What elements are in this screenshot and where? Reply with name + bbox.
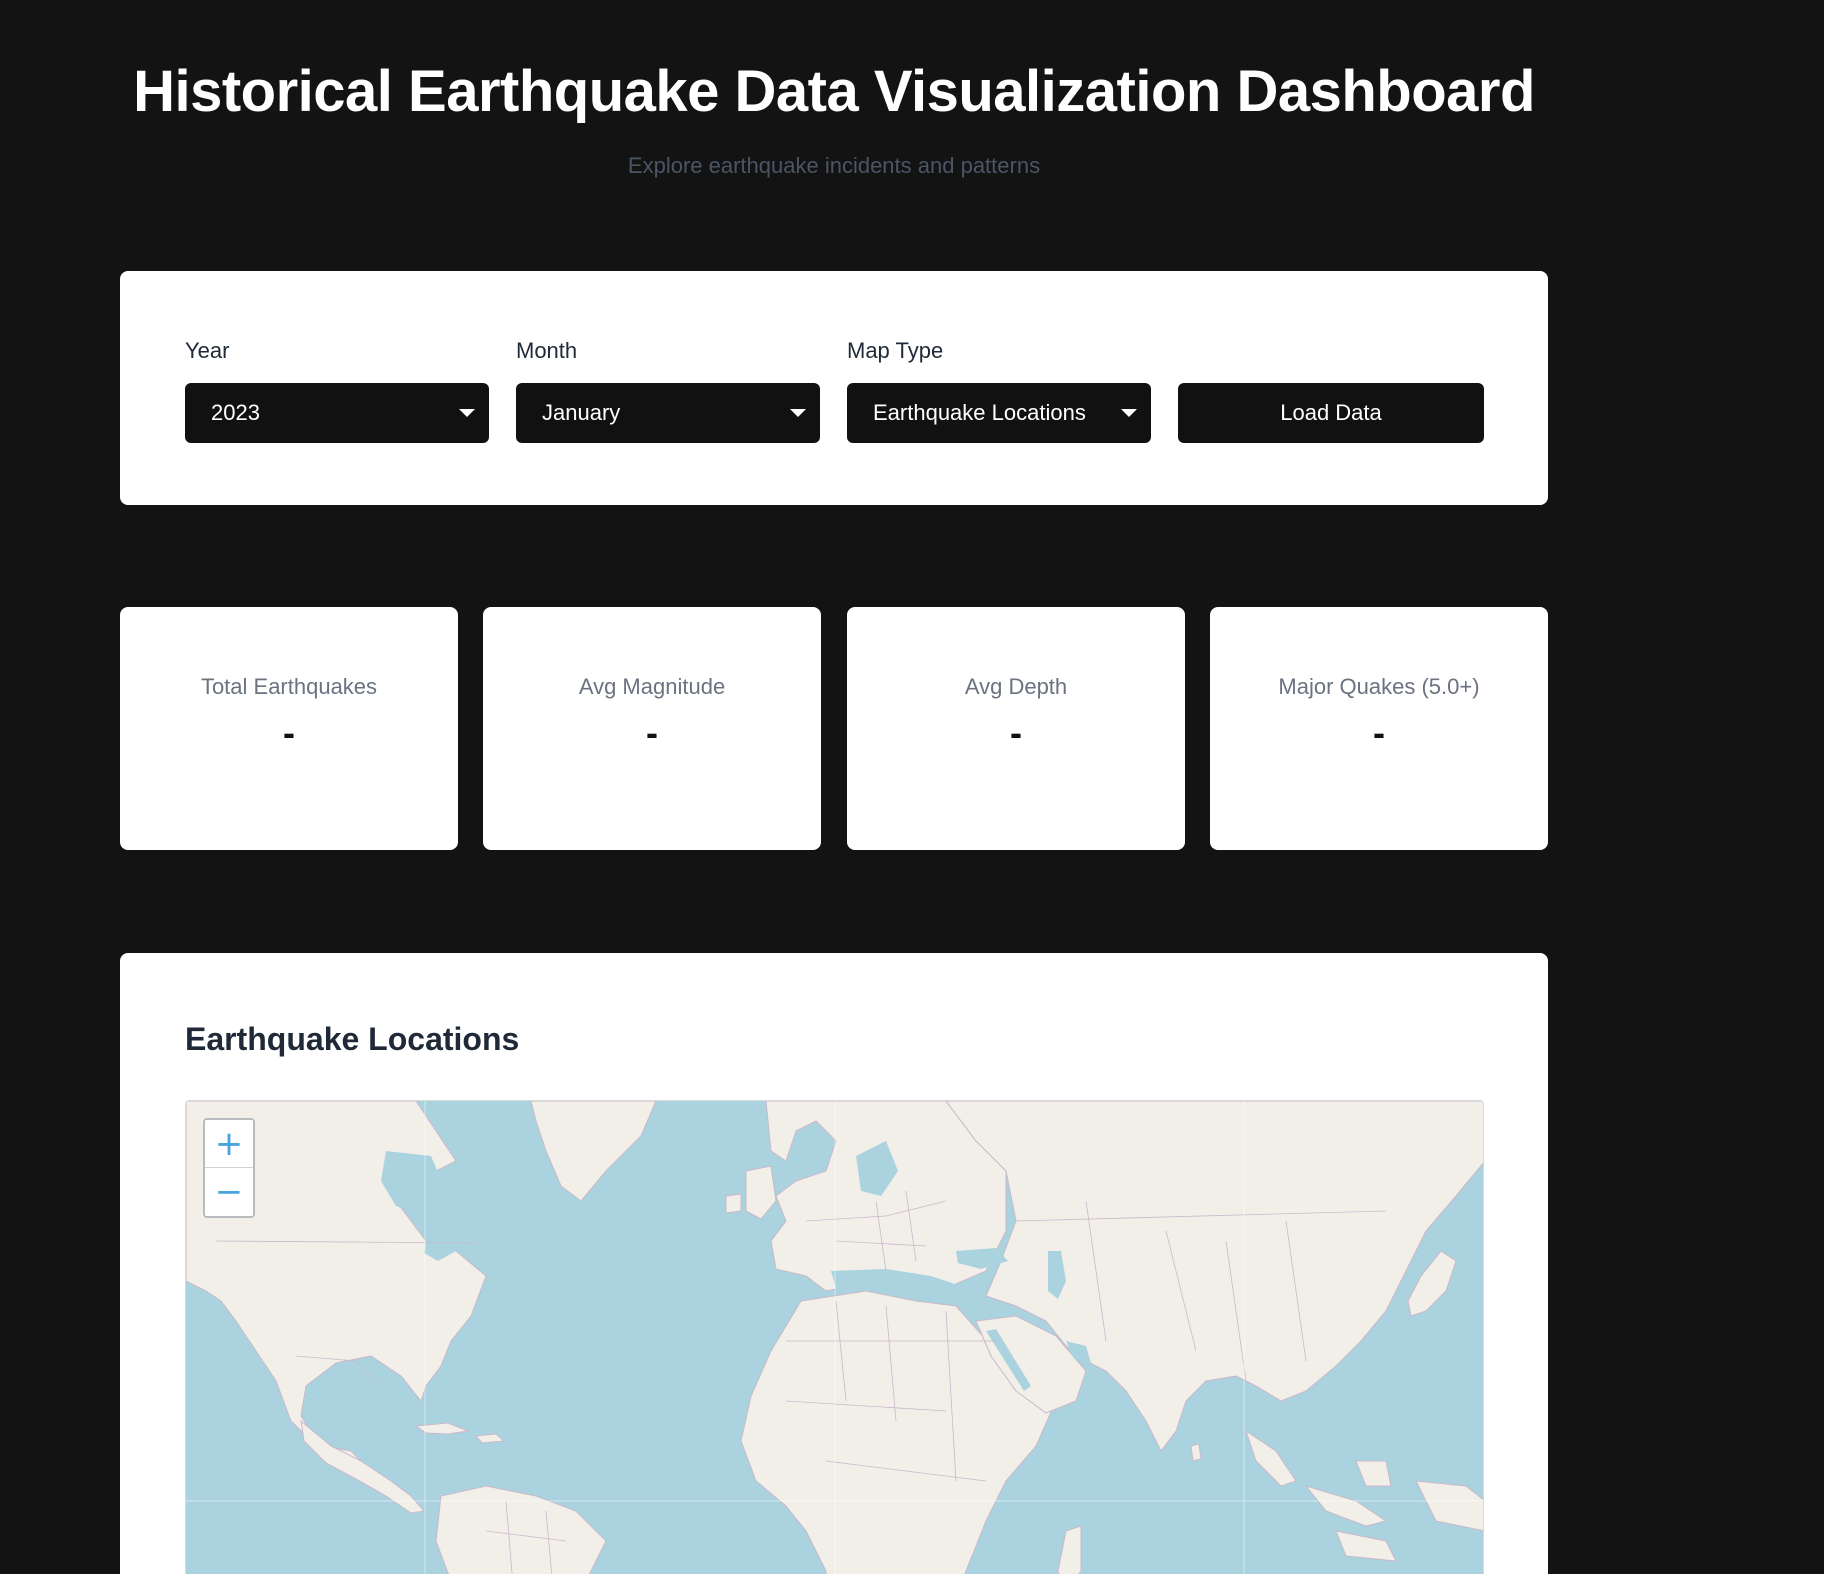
month-select-value: January [542, 400, 621, 425]
map-type-label: Map Type [847, 338, 944, 363]
stat-value: - [646, 712, 658, 753]
map-tiles [186, 1101, 1483, 1574]
stat-label: Avg Magnitude [578, 674, 726, 699]
map-type-control: Map Type Earthquake Locations [847, 337, 1151, 443]
stat-value: - [1010, 712, 1022, 753]
load-data-button[interactable]: Load Data [1178, 383, 1484, 443]
stat-label: Avg Depth [964, 674, 1068, 699]
stat-card-major-quakes: Major Quakes (5.0+) - [1210, 607, 1548, 850]
caret-down-icon [459, 409, 475, 417]
stat-card-avg-magnitude: Avg Magnitude - [483, 607, 821, 850]
month-control: Month January [516, 337, 820, 443]
month-label: Month [516, 338, 578, 363]
page-subtitle: Explore earthquake incidents and pattern… [627, 153, 1041, 178]
map-card: Earthquake Locations + − [120, 953, 1548, 1574]
year-control: Year 2023 [185, 337, 489, 443]
zoom-control: + − [203, 1118, 255, 1218]
stat-value: - [1373, 712, 1385, 753]
world-map[interactable]: + − [185, 1100, 1484, 1574]
stat-card-total-earthquakes: Total Earthquakes - [120, 607, 458, 850]
map-type-select[interactable]: Earthquake Locations [847, 383, 1151, 443]
caret-down-icon [1121, 409, 1137, 417]
map-type-select-value: Earthquake Locations [873, 400, 1086, 425]
zoom-out-button[interactable]: − [205, 1168, 253, 1216]
year-select-value: 2023 [211, 400, 260, 425]
month-select[interactable]: January [516, 383, 820, 443]
stat-label: Total Earthquakes [200, 674, 378, 699]
sri-lanka-land [1190, 1443, 1202, 1462]
year-label: Year [185, 338, 230, 363]
dashboard-page: Historical Earthquake Data Visualization… [0, 0, 1824, 1574]
page-title: Historical Earthquake Data Visualization… [133, 59, 1535, 124]
zoom-in-button[interactable]: + [205, 1120, 253, 1168]
stat-value: - [283, 712, 295, 753]
controls-panel: Year 2023 Month January Map Type Earthqu… [120, 271, 1548, 505]
stat-label: Major Quakes (5.0+) [1278, 674, 1480, 699]
header: Historical Earthquake Data Visualization… [120, 54, 1548, 180]
caret-down-icon [790, 409, 806, 417]
stat-card-avg-depth: Avg Depth - [847, 607, 1185, 850]
year-select[interactable]: 2023 [185, 383, 489, 443]
map-title: Earthquake Locations [185, 1021, 520, 1057]
